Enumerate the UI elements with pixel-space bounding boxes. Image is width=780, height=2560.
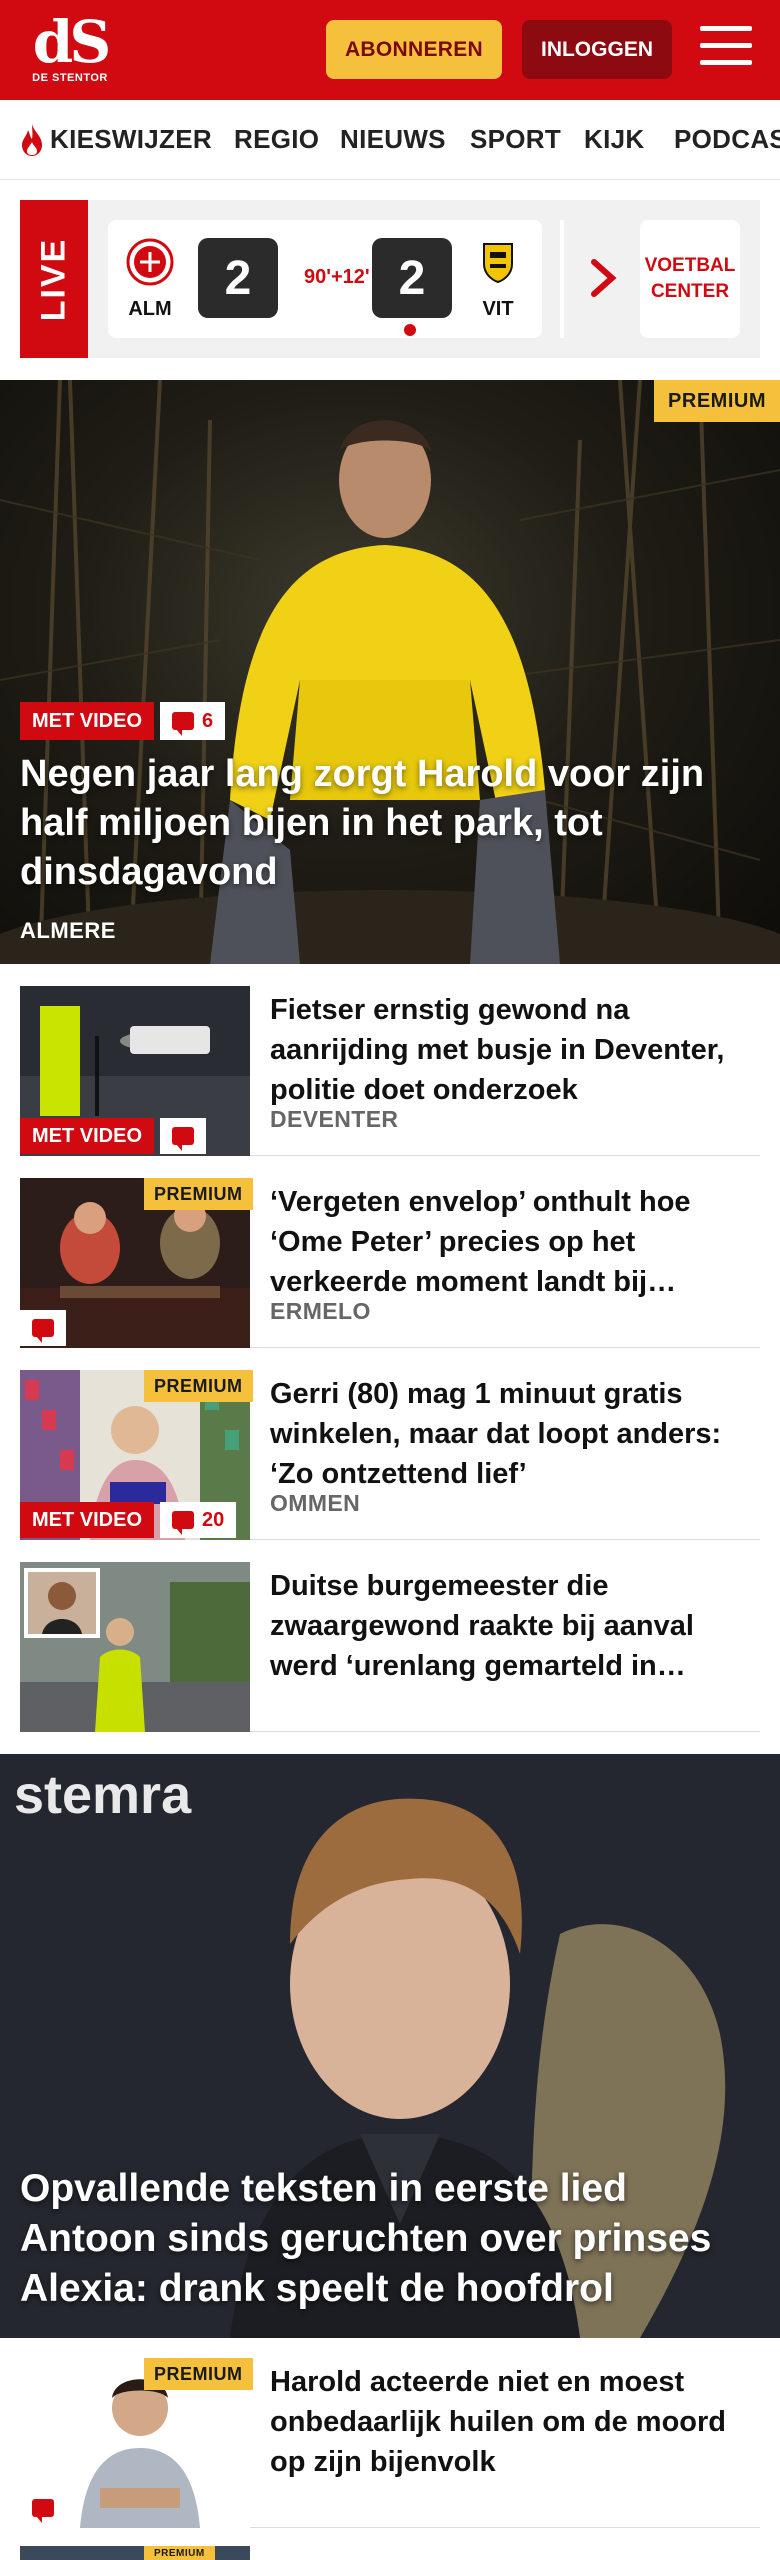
article-location: DEVENTER [270, 1106, 399, 1132]
subscribe-button[interactable]: ABONNEREN [326, 20, 502, 79]
article-location: OMMEN [270, 1490, 361, 1516]
article-item[interactable]: PREMIUM MET VIDEO 20 Gerri (80) mag 1 mi… [20, 1364, 760, 1540]
video-label: MET VIDEO [20, 1118, 155, 1154]
home-team-name: ALM [128, 298, 172, 320]
article-title[interactable]: Duitse burgemeester die zwaargewond raak… [270, 1566, 760, 1686]
hero-title[interactable]: Negen jaar lang zorgt Harold voor zijn h… [20, 750, 760, 897]
comment-count[interactable]: 6 [160, 702, 226, 740]
article-location: ERMELO [270, 1298, 371, 1324]
video-label: MET VIDEO [20, 1502, 155, 1538]
home-score: 2 [198, 238, 278, 318]
nav-item-nieuws[interactable]: NIEUWS [340, 124, 446, 155]
premium-badge: PREMIUM [144, 1178, 253, 1210]
article-item[interactable]: Duitse burgemeester die zwaargewond raak… [20, 1556, 760, 1732]
flame-icon [22, 124, 42, 156]
comment-bubble-icon [32, 1319, 54, 1343]
away-team: VIT [468, 238, 528, 321]
article-thumbnail [20, 1562, 250, 1732]
nav-item-podcast[interactable]: PODCAST [674, 124, 780, 155]
comment-indicator[interactable] [20, 2490, 66, 2526]
comment-bubble-icon [172, 712, 194, 736]
live-match-card[interactable]: ALM 2 90'+12' 2 VIT [108, 220, 542, 338]
comment-indicator[interactable] [20, 1310, 66, 1346]
video-label: MET VIDEO [20, 702, 155, 740]
away-score: 2 [372, 238, 452, 318]
nav-item-kieswijzer[interactable]: KIESWIJZER [50, 124, 212, 155]
article-title[interactable]: Fietser ernstig gewond na aanrijding met… [270, 990, 760, 1110]
login-button[interactable]: INLOGGEN [522, 20, 672, 79]
live-score-widget: LIVE ALM 2 90'+12' 2 VIT VOETBAL CENTER [20, 200, 760, 358]
almere-crest-icon [126, 238, 174, 286]
comment-bubble-icon [172, 1127, 194, 1151]
comment-indicator[interactable] [160, 1118, 206, 1154]
featured-title[interactable]: Opvallende teksten in eerste lied Antoon… [20, 2164, 760, 2314]
logo-subtitle: DE STENTOR [32, 72, 108, 84]
voetbal-center-link[interactable]: VOETBAL CENTER [640, 220, 740, 338]
home-team: ALM [120, 238, 180, 321]
premium-badge: PREMIUM [144, 2546, 215, 2560]
article-title[interactable]: Gerri (80) mag 1 minuut gratis winkelen,… [270, 1374, 760, 1494]
article-title[interactable]: ‘Vergeten envelop’ onthult hoe ‘Ome Pete… [270, 1182, 760, 1302]
stemra-banner-text: stemra [14, 1765, 192, 1825]
top-header: dS DE STENTOR ABONNEREN INLOGGEN [0, 0, 780, 100]
comment-count[interactable]: 20 [160, 1502, 237, 1538]
live-indicator-dot [404, 324, 416, 336]
hero-location: ALMERE [20, 918, 116, 943]
article-title[interactable]: Harold acteerde niet en moest onbedaarli… [270, 2362, 760, 2482]
vitesse-crest-icon [483, 243, 513, 284]
logo-mark: dS [32, 8, 111, 76]
chevron-right-icon[interactable] [588, 256, 618, 300]
premium-badge: PREMIUM [144, 1370, 253, 1402]
nav-item-regio[interactable]: REGIO [234, 124, 319, 155]
article-item[interactable]: PREMIUM ‘Vergeten envelop’ onthult hoe ‘… [20, 1172, 760, 1348]
section-nav: KIESWIJZER REGIO NIEUWS SPORT KIJK PODCA… [0, 100, 780, 180]
article-item[interactable]: PREMIUM Harold acteerde niet en moest on… [20, 2352, 760, 2528]
nav-item-kijk[interactable]: KIJK [584, 124, 644, 155]
article-thumbnail-partial [20, 2546, 250, 2560]
comment-bubble-icon [172, 1511, 194, 1535]
article-item[interactable]: MET VIDEO Fietser ernstig gewond na aanr… [20, 980, 760, 1156]
hamburger-menu-icon[interactable] [700, 26, 752, 70]
site-logo[interactable]: dS DE STENTOR [30, 8, 111, 90]
live-tag: LIVE [20, 200, 88, 358]
away-team-name: VIT [482, 298, 514, 320]
match-minute: 90'+12' [304, 266, 370, 288]
nav-item-sport[interactable]: SPORT [470, 124, 561, 155]
comment-bubble-icon [32, 2499, 54, 2523]
premium-badge: PREMIUM [144, 2358, 253, 2390]
premium-badge: PREMIUM [654, 380, 780, 422]
widget-divider [560, 220, 564, 338]
